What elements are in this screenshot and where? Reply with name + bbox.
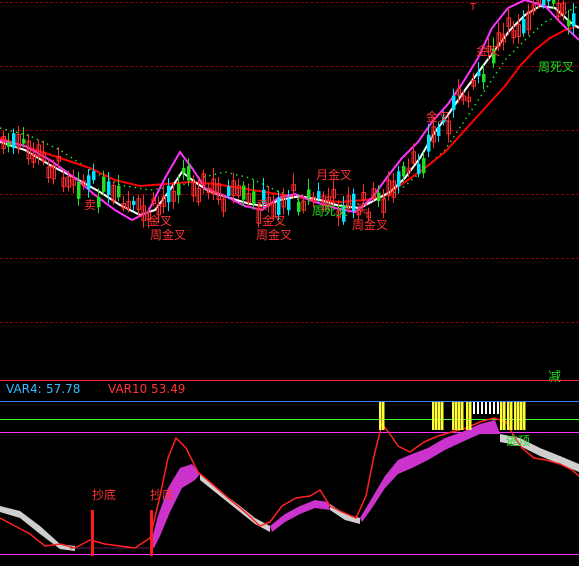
magenta-ma-line xyxy=(0,0,579,222)
candle-body xyxy=(167,185,171,203)
white-signal-bar xyxy=(473,402,475,414)
signal-sell-label: 卖 xyxy=(256,198,269,212)
yellow-signal-bar xyxy=(510,402,513,430)
white-signal-bar xyxy=(477,402,479,414)
candle-body xyxy=(352,193,356,212)
candle-body xyxy=(542,0,546,6)
candle-body xyxy=(427,134,431,152)
signal-week-death-cross-label: 周死叉 xyxy=(312,204,349,218)
candle-body xyxy=(567,19,571,27)
candle-body xyxy=(477,71,481,77)
indicator-chart xyxy=(0,402,579,556)
bottom-label: 抄底 xyxy=(150,488,175,502)
candle-body xyxy=(7,141,11,147)
yellow-signal-bar xyxy=(507,402,510,430)
candle-body xyxy=(297,201,301,212)
yellow-signal-bar xyxy=(514,402,517,430)
candle-body xyxy=(522,18,526,34)
yellow-signal-bar xyxy=(458,402,461,430)
candle-body xyxy=(547,0,551,2)
candle-body xyxy=(87,175,91,189)
candle-body xyxy=(117,185,121,198)
candle-body xyxy=(437,127,441,136)
candle-body xyxy=(397,171,401,187)
white-signal-bars xyxy=(473,402,499,414)
magenta-ribbon xyxy=(360,420,500,522)
bottom-label: 抄底 xyxy=(92,488,117,502)
kline-pane[interactable]: 卖 金叉 周金叉 卖 金叉 周金叉 月金叉 周死叉 买 周金叉 金叉 金叉 周死… xyxy=(0,0,579,385)
yellow-signal-bar xyxy=(382,402,385,430)
signal-week-golden-cross-label: 周金叉 xyxy=(352,218,389,232)
bottom-signal-bar xyxy=(91,510,94,556)
white-signal-bar xyxy=(493,402,495,414)
signal-week-death-cross-label: 周死叉 xyxy=(538,60,575,74)
yellow-signal-bar xyxy=(523,402,526,430)
signal-sell-label: 卖 xyxy=(84,198,97,212)
yellow-signal-bar xyxy=(441,402,444,430)
yellow-signal-bar xyxy=(435,402,438,430)
magenta-ribbon xyxy=(270,500,330,532)
candle-body xyxy=(452,95,456,110)
candle-body xyxy=(287,198,291,211)
indicator-pane[interactable]: VAR4: 57.78 VAR10 53.49 抄底 抄底 逃顶 xyxy=(0,376,579,566)
candle-body xyxy=(227,186,231,196)
yellow-signal-bar xyxy=(503,402,506,430)
yellow-signal-bar xyxy=(461,402,464,430)
candle-body xyxy=(187,165,191,181)
candle-body xyxy=(182,168,186,174)
yellow-signal-bar xyxy=(500,402,503,430)
signal-week-golden-cross-label: 周金叉 xyxy=(256,228,293,242)
candle-body xyxy=(92,171,96,181)
white-signal-bar xyxy=(497,402,499,414)
yellow-signal-bar xyxy=(452,402,455,430)
candle-body xyxy=(252,191,256,205)
yellow-signal-bar xyxy=(466,402,469,430)
candle-body xyxy=(177,183,181,196)
candle-body xyxy=(132,200,136,205)
candle-body xyxy=(402,166,406,177)
yellow-signal-bar xyxy=(438,402,441,430)
candle-body xyxy=(102,176,106,192)
signal-golden-cross-label: 金叉 xyxy=(426,110,451,124)
yellow-signal-bar xyxy=(517,402,520,430)
yellow-signal-bar xyxy=(379,402,382,430)
top-marker: T xyxy=(470,2,477,13)
candle-body xyxy=(22,138,26,144)
white-signal-bar xyxy=(481,402,483,414)
yellow-signal-bars xyxy=(379,402,526,430)
candle-body xyxy=(307,189,311,199)
signal-week-golden-cross-label: 周金叉 xyxy=(150,228,187,242)
candle-body xyxy=(417,163,421,174)
yellow-signal-bar xyxy=(455,402,458,430)
candle-body xyxy=(572,13,576,27)
signal-golden-cross-label: 金叉 xyxy=(476,44,501,58)
signal-month-golden-cross-label: 月金叉 xyxy=(316,168,353,182)
white-signal-bar xyxy=(489,402,491,414)
top-escape-label: 逃顶 xyxy=(506,434,531,448)
candle-body xyxy=(377,192,381,202)
candle-body xyxy=(77,181,81,199)
white-ma-line xyxy=(0,4,579,217)
yellow-signal-bar xyxy=(432,402,435,430)
candle-body xyxy=(97,196,101,208)
dotted-ma-line xyxy=(0,5,579,206)
bottom-signal-bar xyxy=(150,510,153,556)
white-signal-bar xyxy=(485,402,487,414)
yellow-signal-bar xyxy=(520,402,523,430)
candle-body xyxy=(552,0,556,4)
var10-line xyxy=(0,417,579,549)
candle-body xyxy=(107,181,111,196)
signal-buy-label: 买 xyxy=(356,202,369,216)
candle-body xyxy=(242,185,246,200)
candle-body xyxy=(317,191,321,199)
candle-body xyxy=(422,158,426,174)
yellow-signal-bar xyxy=(469,402,472,430)
candle-body xyxy=(12,133,16,149)
candle-body xyxy=(482,73,486,83)
